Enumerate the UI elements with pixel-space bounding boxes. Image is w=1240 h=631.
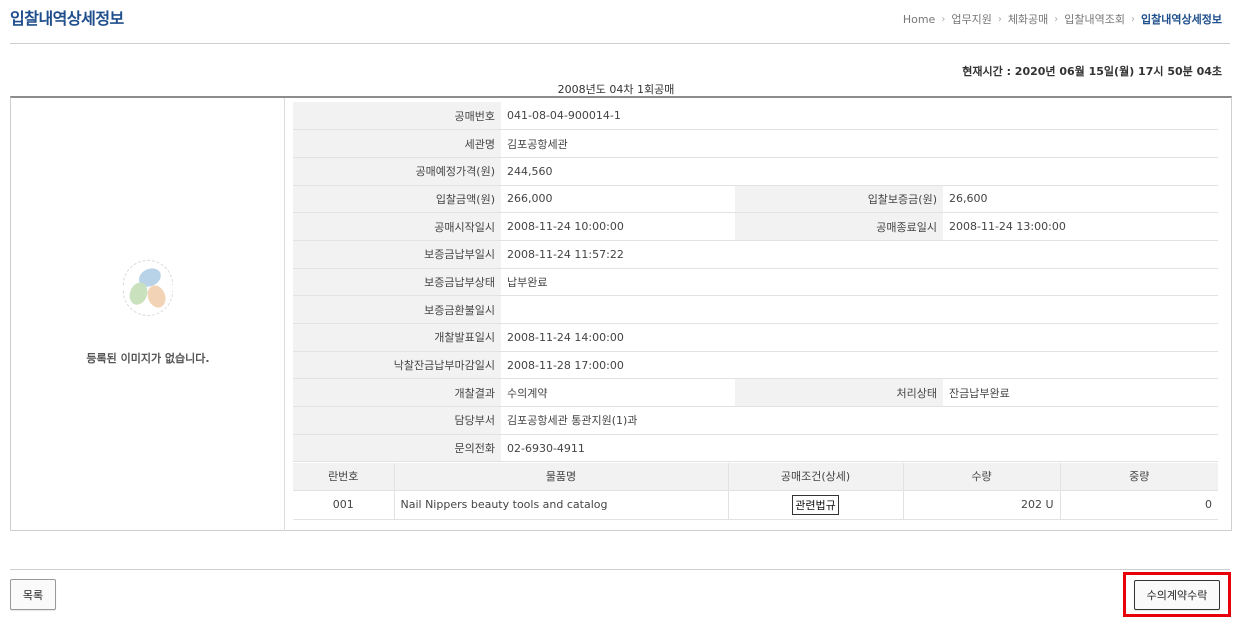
item-line-no: 001 — [293, 490, 394, 520]
accept-private-contract-button[interactable]: 수의계약수락 — [1134, 580, 1220, 610]
sale-round-title: 2008년도 04차 1회공매 — [557, 83, 675, 96]
item-condition-cell: 관련법규 — [727, 490, 903, 520]
item-quantity: 202 U — [902, 490, 1060, 520]
deposit-refund-at-label: 보증금환불일시 — [293, 295, 501, 324]
planned-price-value: 244,560 — [501, 157, 1218, 186]
table-row: 공매예정가격(원) 244,560 — [293, 157, 1218, 186]
korea-customs-service-logo — [122, 260, 174, 316]
breadcrumb-public-sale[interactable]: 체화공매 — [1008, 11, 1048, 27]
breadcrumb-work-support[interactable]: 업무지원 — [951, 11, 991, 27]
opening-result-label: 개찰결과 — [293, 378, 501, 408]
breadcrumb: Home › 업무지원 › 체화공매 › 입찰내역조회 › 입찰내역상세정보 — [903, 11, 1222, 27]
col-header-quantity: 수량 — [902, 463, 1060, 491]
contact-phone-value: 02-6930-4911 — [501, 434, 1218, 463]
deposit-status-label: 보증금납부상태 — [293, 268, 501, 297]
table-row: 공매시작일시 2008-11-24 10:00:00 공매종료일시 2008-1… — [293, 212, 1218, 241]
col-header-item-name: 물품명 — [393, 463, 728, 491]
customs-office-value: 김포공항세관 — [501, 129, 1218, 158]
customs-office-label: 세관명 — [293, 129, 501, 158]
balance-due-at-value: 2008-11-28 17:00:00 — [501, 351, 1218, 380]
sale-no-value: 041-08-04-900014-1 — [501, 102, 1218, 131]
bid-amount-label: 입찰금액(원) — [293, 185, 501, 214]
sale-start-value: 2008-11-24 10:00:00 — [501, 212, 735, 241]
contact-phone-label: 문의전화 — [293, 434, 501, 463]
items-table: 란번호 물품명 공매조건(상세) 수량 중량 001 Nail Nippers … — [293, 463, 1218, 520]
opening-result-value: 수의계약 — [501, 378, 735, 408]
col-header-weight: 중량 — [1059, 463, 1218, 491]
deposit-paid-at-label: 보증금납부일시 — [293, 240, 501, 269]
process-status-label: 처리상태 — [735, 378, 943, 408]
opening-at-label: 개찰발표일시 — [293, 323, 501, 352]
table-row: 보증금환불일시 — [293, 295, 1218, 324]
breadcrumb-home[interactable]: Home — [903, 13, 935, 26]
current-time: 현재시간 : 2020년 06월 15일(월) 17시 50분 04초 — [962, 65, 1222, 78]
table-row: 개찰결과 수의계약 처리상태 잔금납부완료 — [293, 378, 1218, 408]
bid-amount-value: 266,000 — [501, 185, 735, 214]
process-status-value: 잔금납부완료 — [943, 378, 1218, 408]
item-image-panel: 등록된 이미지가 없습니다. — [11, 98, 285, 531]
item-weight: 0 — [1059, 490, 1218, 520]
table-row: 세관명 김포공항세관 — [293, 129, 1218, 158]
department-value: 김포공항세관 통관지원(1)과 — [501, 406, 1218, 435]
deposit-paid-at-value: 2008-11-24 11:57:22 — [501, 240, 1218, 269]
planned-price-label: 공매예정가격(원) — [293, 157, 501, 186]
balance-due-at-label: 낙찰잔금납부마감일시 — [293, 351, 501, 380]
header-divider — [10, 43, 1230, 44]
bid-deposit-value: 26,600 — [943, 185, 1218, 214]
table-row: 001 Nail Nippers beauty tools and catalo… — [293, 490, 1218, 520]
sale-end-value: 2008-11-24 13:00:00 — [943, 212, 1218, 241]
table-row: 개찰발표일시 2008-11-24 14:00:00 — [293, 323, 1218, 352]
chevron-right-icon: › — [1131, 13, 1136, 25]
sale-end-label: 공매종료일시 — [735, 212, 943, 241]
list-button[interactable]: 목록 — [10, 579, 56, 610]
chevron-right-icon: › — [997, 13, 1002, 25]
footer-divider — [10, 569, 1230, 570]
page-title: 입찰내역상세정보 — [10, 9, 124, 28]
table-row: 입찰금액(원) 266,000 입찰보증금(원) 26,600 — [293, 185, 1218, 214]
table-row: 문의전화 02-6930-4911 — [293, 434, 1218, 463]
sale-no-label: 공매번호 — [293, 102, 501, 131]
bid-detail-panel: 등록된 이미지가 없습니다. 공매번호 041-08-04-900014-1 세… — [10, 96, 1232, 531]
department-label: 담당부서 — [293, 406, 501, 435]
related-law-button[interactable]: 관련법규 — [792, 494, 839, 515]
chevron-right-icon: › — [941, 13, 946, 25]
no-image-message: 등록된 이미지가 없습니다. — [86, 352, 210, 365]
item-name: Nail Nippers beauty tools and catalog — [393, 490, 728, 520]
sale-start-label: 공매시작일시 — [293, 212, 501, 241]
breadcrumb-bid-inquiry[interactable]: 입찰내역조회 — [1064, 11, 1125, 27]
col-header-sale-condition: 공매조건(상세) — [727, 463, 903, 491]
table-row: 보증금납부상태 납부완료 — [293, 268, 1218, 297]
opening-at-value: 2008-11-24 14:00:00 — [501, 323, 1218, 352]
breadcrumb-current: 입찰내역상세정보 — [1141, 13, 1222, 26]
deposit-refund-at-value — [501, 295, 1218, 324]
table-row: 공매번호 041-08-04-900014-1 — [293, 102, 1218, 131]
table-row: 낙찰잔금납부마감일시 2008-11-28 17:00:00 — [293, 351, 1218, 380]
table-row: 보증금납부일시 2008-11-24 11:57:22 — [293, 240, 1218, 269]
table-row: 담당부서 김포공항세관 통관지원(1)과 — [293, 406, 1218, 435]
items-header-row: 란번호 물품명 공매조건(상세) 수량 중량 — [293, 463, 1218, 491]
deposit-status-value: 납부완료 — [501, 268, 1218, 297]
col-header-line-no: 란번호 — [293, 463, 394, 491]
bid-deposit-label: 입찰보증금(원) — [735, 185, 943, 214]
chevron-right-icon: › — [1054, 13, 1059, 25]
bid-info-table: 공매번호 041-08-04-900014-1 세관명 김포공항세관 공매예정가… — [293, 102, 1218, 463]
